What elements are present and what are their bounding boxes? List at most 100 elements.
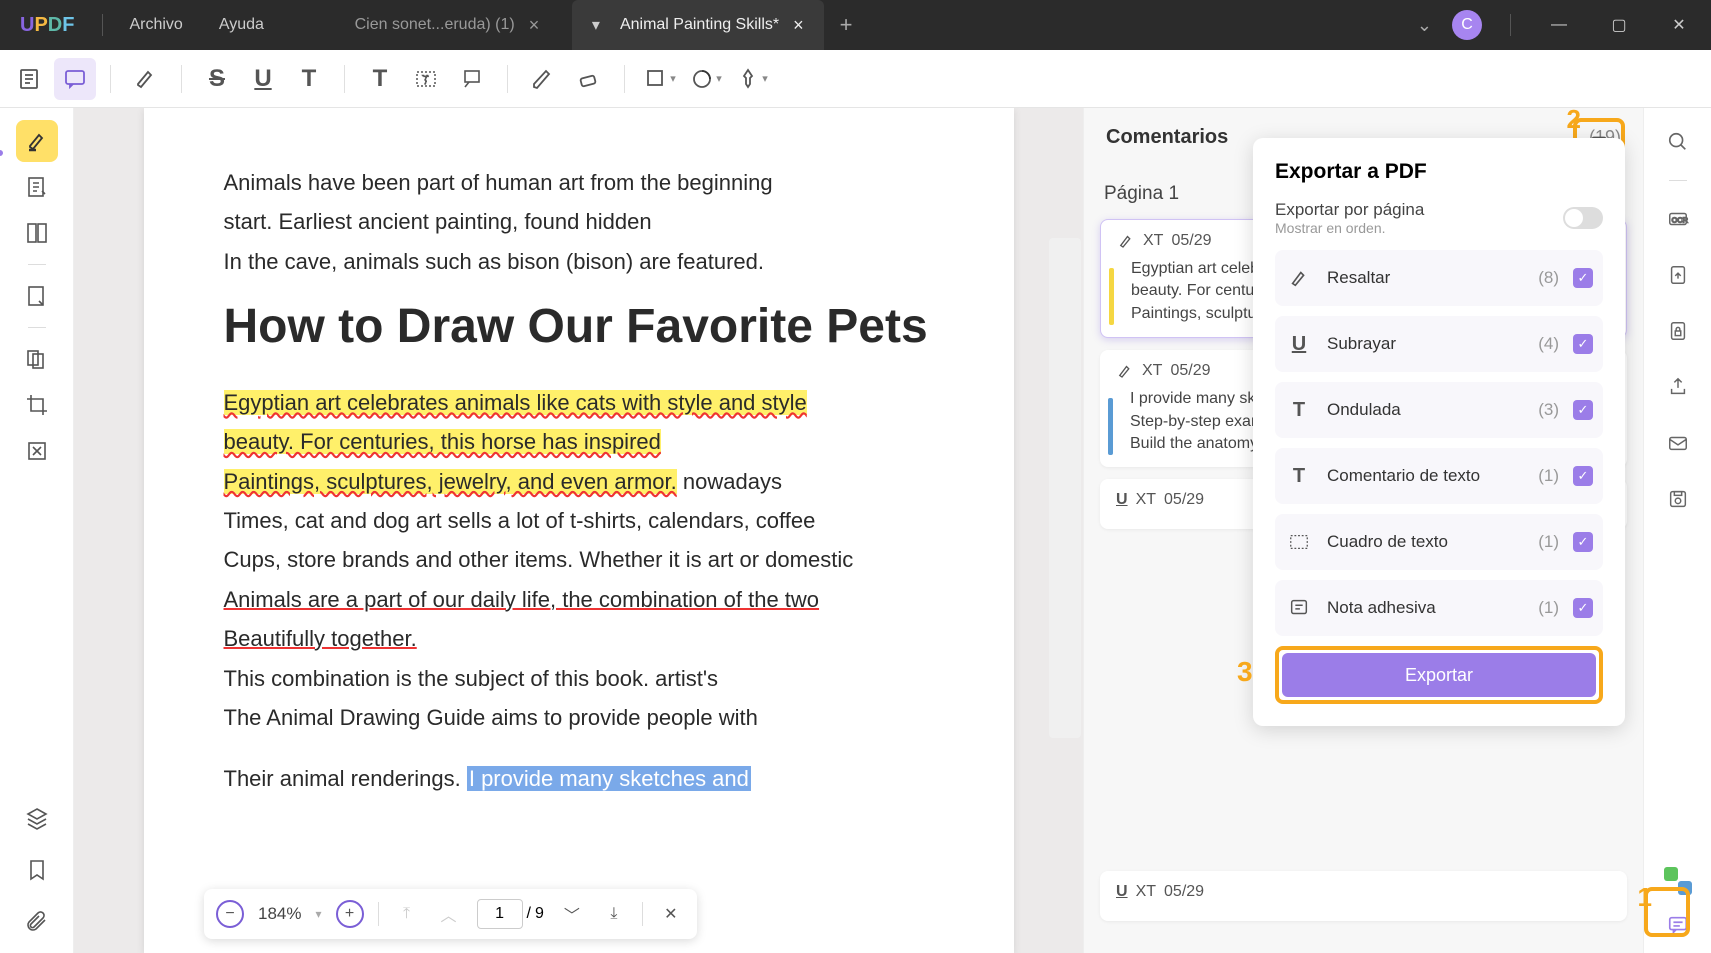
left-rail	[0, 108, 74, 953]
pencil-tool[interactable]	[522, 58, 564, 100]
strikethrough-tool[interactable]: S	[196, 58, 238, 100]
export-type-item[interactable]: Cuadro de texto(1) ✓	[1275, 514, 1603, 570]
body-text: In the cave, animals such as bison (biso…	[224, 243, 934, 280]
svg-text:OCR: OCR	[1671, 216, 1687, 225]
close-nav-button[interactable]: ✕	[657, 900, 685, 928]
close-icon[interactable]: ×	[529, 15, 540, 36]
highlight-tool[interactable]	[125, 58, 167, 100]
document-area[interactable]: Animals have been part of human art from…	[74, 108, 1083, 953]
underline-tool[interactable]: U	[242, 58, 284, 100]
convert-icon[interactable]	[1660, 257, 1696, 293]
last-page-button[interactable]: ⤓	[600, 900, 628, 928]
body-text: Animals have been part of human art from…	[224, 164, 934, 201]
body-text: Paintings, sculptures, jewelry, and even…	[224, 463, 934, 500]
svg-text:T: T	[422, 73, 430, 87]
export-type-item[interactable]: T Ondulada(3) ✓	[1275, 382, 1603, 438]
export-type-item[interactable]: U Subrayar(4) ✓	[1275, 316, 1603, 372]
organize-sidebar-icon[interactable]	[16, 338, 58, 380]
checkbox[interactable]: ✓	[1573, 598, 1593, 618]
comments-title: Comentarios	[1106, 126, 1228, 149]
share-icon[interactable]	[1660, 369, 1696, 405]
form-sidebar-icon[interactable]	[16, 275, 58, 317]
pin-tool[interactable]: ▾	[731, 58, 773, 100]
protect-icon[interactable]	[1660, 313, 1696, 349]
underline-icon: U	[1285, 330, 1313, 358]
shape-tool[interactable]: ▾	[639, 58, 681, 100]
tab-active[interactable]: ▾ Animal Painting Skills* ×	[572, 0, 824, 50]
highlight-icon	[1285, 264, 1313, 292]
body-text: start. Earliest ancient painting, found …	[224, 203, 934, 240]
prev-page-button[interactable]: ︿	[435, 900, 463, 928]
checkbox[interactable]: ✓	[1573, 466, 1593, 486]
per-page-toggle[interactable]	[1563, 207, 1603, 229]
email-icon[interactable]	[1660, 425, 1696, 461]
attachment-icon[interactable]	[16, 901, 58, 943]
bookmark-icon[interactable]	[16, 849, 58, 891]
zoom-in-button[interactable]: +	[336, 900, 364, 928]
save-icon[interactable]	[1660, 481, 1696, 517]
checkbox[interactable]: ✓	[1573, 334, 1593, 354]
textbox-tool[interactable]: T	[405, 58, 447, 100]
reader-tool[interactable]	[8, 58, 50, 100]
note-icon	[1285, 594, 1313, 622]
minimize-button[interactable]: —	[1539, 16, 1579, 34]
highlight-icon	[1116, 362, 1134, 380]
underline-icon: U	[1116, 491, 1128, 509]
pages-sidebar-icon[interactable]	[16, 212, 58, 254]
chevron-down-icon[interactable]: ⌄	[1417, 15, 1432, 36]
comment-item[interactable]: U XT 05/29	[1100, 871, 1627, 921]
tab-inactive[interactable]: Cien sonet...eruda) (1) ×	[322, 0, 572, 50]
close-icon[interactable]: ×	[793, 15, 804, 36]
checkbox[interactable]: ✓	[1573, 400, 1593, 420]
body-text: Cups, store brands and other items. Whet…	[224, 541, 934, 578]
first-page-button[interactable]: ⤒	[393, 900, 421, 928]
zoom-level[interactable]: 184%	[258, 904, 301, 924]
comments-toggle-icon[interactable]	[1660, 907, 1696, 943]
export-per-page-label: Exportar por página	[1275, 200, 1424, 220]
export-type-item[interactable]: Resaltar(8) ✓	[1275, 250, 1603, 306]
checkbox[interactable]: ✓	[1573, 268, 1593, 288]
comment-tool[interactable]	[54, 58, 96, 100]
body-text: Times, cat and dog art sells a lot of t-…	[224, 502, 934, 539]
next-page-button[interactable]: ﹀	[558, 900, 586, 928]
dropdown-icon[interactable]: ▾	[592, 15, 600, 35]
eraser-tool[interactable]	[568, 58, 610, 100]
close-button[interactable]: ✕	[1659, 15, 1699, 35]
body-text: The Animal Drawing Guide aims to provide…	[224, 699, 934, 736]
layers-icon[interactable]	[16, 797, 58, 839]
scrollbar[interactable]	[1049, 238, 1081, 738]
menu-ayuda[interactable]: Ayuda	[201, 16, 282, 34]
page: Animals have been part of human art from…	[144, 108, 1014, 953]
new-tab-button[interactable]: +	[824, 12, 869, 38]
total-pages: 9	[535, 905, 544, 923]
checkbox[interactable]: ✓	[1573, 532, 1593, 552]
body-text: Animals are a part of our daily life, th…	[224, 581, 934, 618]
maximize-button[interactable]: ▢	[1599, 15, 1639, 35]
body-text: beauty. For centuries, this horse has in…	[224, 423, 934, 460]
redact-sidebar-icon[interactable]	[16, 430, 58, 472]
export-type-item[interactable]: T Comentario de texto(1) ✓	[1275, 448, 1603, 504]
edit-sidebar-icon[interactable]	[16, 166, 58, 208]
text-tool[interactable]: T	[359, 58, 401, 100]
body-text: Egyptian art celebrates animals like cat…	[224, 384, 934, 421]
body-text: This combination is the subject of this …	[224, 660, 934, 697]
search-icon[interactable]	[1660, 124, 1696, 160]
export-type-item[interactable]: Nota adhesiva(1) ✓	[1275, 580, 1603, 636]
page-input[interactable]	[477, 899, 523, 929]
theme-icon[interactable]	[1664, 867, 1692, 895]
highlight-sidebar-icon[interactable]	[16, 120, 58, 162]
underline-icon: U	[1116, 883, 1128, 901]
ocr-icon[interactable]: OCR	[1660, 201, 1696, 237]
toolbar: S U T T T ▾ ▾ ▾	[0, 50, 1711, 108]
squiggly-tool[interactable]: T	[288, 58, 330, 100]
stamp-tool[interactable]: ▾	[685, 58, 727, 100]
crop-sidebar-icon[interactable]	[16, 384, 58, 426]
avatar[interactable]: C	[1452, 10, 1482, 40]
zoom-out-button[interactable]: −	[216, 900, 244, 928]
menu-archivo[interactable]: Archivo	[111, 16, 200, 34]
export-button[interactable]: Exportar	[1282, 653, 1596, 697]
right-rail: OCR 1	[1643, 108, 1711, 953]
callout-tool[interactable]	[451, 58, 493, 100]
export-popup: Exportar a PDF Exportar por página Mostr…	[1253, 138, 1625, 726]
app-logo: UPDF	[0, 14, 94, 37]
